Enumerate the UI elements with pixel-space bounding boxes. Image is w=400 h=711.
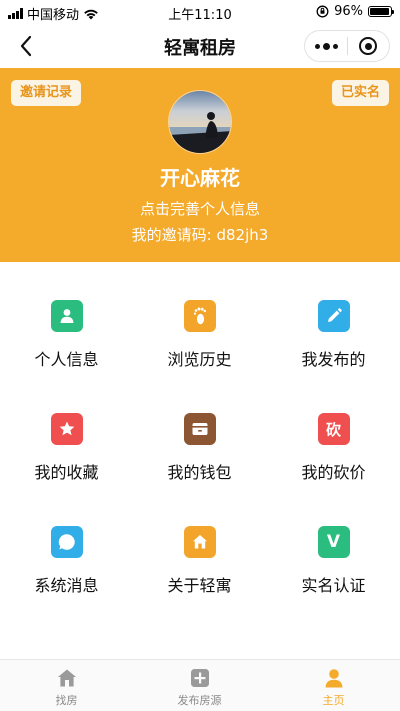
grid-label: 我的砍价 xyxy=(301,463,366,482)
target-circle-icon xyxy=(359,37,378,55)
grid-item-about[interactable]: 关于轻寓 xyxy=(133,488,266,595)
battery-percent: 96% xyxy=(334,4,363,19)
grid-item-wallet[interactable]: 我的钱包 xyxy=(133,375,266,482)
footprint-icon xyxy=(183,300,216,332)
grid-item-system-messages[interactable]: 系统消息 xyxy=(0,488,133,595)
battery-icon xyxy=(368,6,394,17)
house-tab-icon xyxy=(57,669,76,687)
person-icon xyxy=(50,300,83,332)
nav-bar: 轻寓租房 xyxy=(0,24,400,68)
miniprogram-capsule xyxy=(304,30,390,62)
grid-label: 个人信息 xyxy=(34,350,99,369)
complete-profile-link[interactable]: 点击完善个人信息 xyxy=(0,198,400,219)
star-icon xyxy=(50,413,83,445)
grid-item-favorites[interactable]: 我的收藏 xyxy=(0,375,133,482)
orientation-lock-icon xyxy=(316,5,329,18)
grid-item-my-posts[interactable]: 我发布的 xyxy=(267,262,400,369)
wallet-icon xyxy=(183,413,216,445)
grid-item-profile-info[interactable]: 个人信息 xyxy=(0,262,133,369)
pencil-icon xyxy=(317,300,350,332)
verify-icon: V xyxy=(317,526,350,558)
plus-square-icon xyxy=(190,669,209,687)
grid-label: 关于轻寓 xyxy=(167,576,232,595)
tab-label: 发布房源 xyxy=(177,694,222,707)
more-button[interactable] xyxy=(305,31,347,61)
invite-records-button[interactable]: 邀请记录 xyxy=(11,80,82,106)
grid-label: 我发布的 xyxy=(301,350,366,369)
user-tab-icon xyxy=(325,669,342,688)
grid-label: 我的钱包 xyxy=(167,463,232,482)
tab-bar: 找房 发布房源 主页 xyxy=(0,659,400,711)
profile-header: 邀请记录 已实名 开心麻花 点击完善个人信息 我的邀请码: d82jh3 xyxy=(0,68,400,262)
grid-label: 实名认证 xyxy=(301,576,366,595)
grid-item-browse-history[interactable]: 浏览历史 xyxy=(133,262,266,369)
tab-home[interactable]: 主页 xyxy=(267,660,400,711)
tab-find-house[interactable]: 找房 xyxy=(0,660,133,711)
message-bubble-icon xyxy=(50,526,83,558)
grid-item-real-name-verification[interactable]: V 实名认证 xyxy=(267,488,400,595)
bargain-icon: 砍 xyxy=(317,413,350,445)
verified-badge[interactable]: 已实名 xyxy=(331,80,389,106)
chevron-left-icon xyxy=(20,35,32,57)
close-miniprogram-button[interactable] xyxy=(348,31,389,61)
grid-label: 系统消息 xyxy=(34,576,99,595)
invite-code: 我的邀请码: d82jh3 xyxy=(131,226,269,244)
tab-label: 找房 xyxy=(55,694,78,707)
user-nickname: 开心麻花 xyxy=(160,166,240,190)
tab-label: 主页 xyxy=(322,694,345,707)
house-icon xyxy=(183,526,216,558)
battery-area: 96% xyxy=(316,4,394,19)
grid-label: 我的收藏 xyxy=(34,463,99,482)
grid-label: 浏览历史 xyxy=(167,350,232,369)
tab-publish-listing[interactable]: 发布房源 xyxy=(133,660,266,711)
back-button[interactable] xyxy=(12,32,40,60)
status-bar: 中国移动 上午11:10 96% xyxy=(0,0,400,24)
avatar[interactable] xyxy=(168,90,232,154)
grid-item-bargain[interactable]: 砍 我的砍价 xyxy=(267,375,400,482)
more-dots-icon xyxy=(314,43,320,49)
